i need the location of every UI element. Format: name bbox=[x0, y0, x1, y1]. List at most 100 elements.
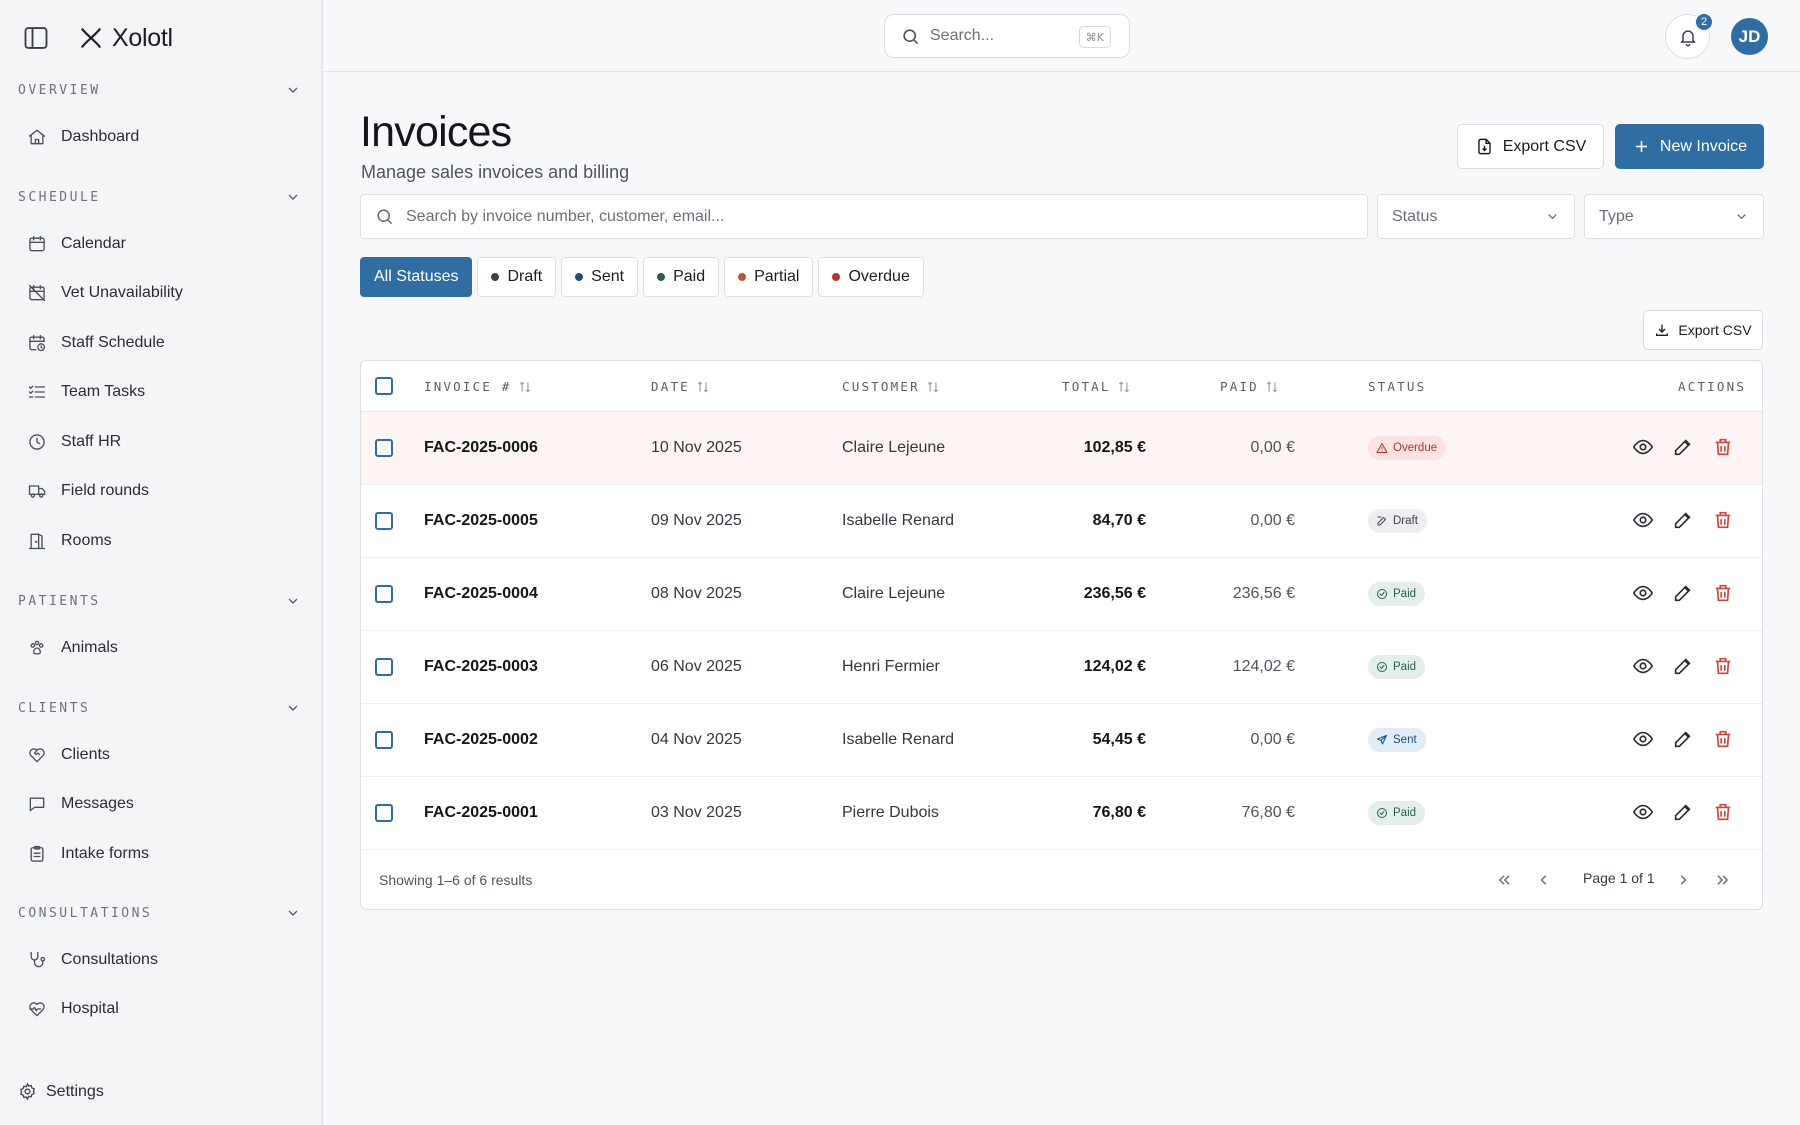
delete-trash-icon[interactable] bbox=[1712, 801, 1734, 823]
invoice-number[interactable]: FAC-2025-0001 bbox=[424, 777, 538, 849]
export-csv-button[interactable]: Export CSV bbox=[1457, 124, 1604, 169]
gear-icon bbox=[20, 1082, 35, 1101]
bell-icon bbox=[1679, 29, 1696, 46]
delete-trash-icon[interactable] bbox=[1712, 655, 1734, 677]
delete-trash-icon[interactable] bbox=[1712, 728, 1734, 750]
view-eye-icon[interactable] bbox=[1632, 801, 1654, 823]
status-select[interactable]: Status bbox=[1377, 194, 1575, 239]
user-avatar[interactable]: JD bbox=[1731, 18, 1768, 55]
status-badge-label: Overdue bbox=[1393, 442, 1438, 454]
next-page-icon[interactable] bbox=[1673, 870, 1693, 890]
column-header-customer[interactable]: CUSTOMER bbox=[842, 361, 940, 412]
invoice-number[interactable]: FAC-2025-0003 bbox=[424, 631, 538, 703]
sidebar-item-calendar[interactable]: Calendar bbox=[0, 219, 321, 269]
section-toggle[interactable]: SCHEDULE bbox=[0, 183, 321, 211]
view-eye-icon[interactable] bbox=[1632, 655, 1654, 677]
check-circle-icon bbox=[1377, 589, 1387, 599]
invoice-number[interactable]: FAC-2025-0005 bbox=[424, 485, 538, 557]
sidebar-item-settings[interactable]: Settings bbox=[18, 1082, 104, 1101]
select-all-checkbox[interactable] bbox=[375, 377, 393, 395]
table-export-csv-button[interactable]: Export CSV bbox=[1643, 310, 1763, 350]
table-row[interactable]: FAC-2025-0005 09 Nov 2025 Isabelle Renard 8… bbox=[361, 485, 1762, 558]
delete-trash-icon[interactable] bbox=[1712, 582, 1734, 604]
column-header-invoice[interactable]: INVOICE # bbox=[424, 361, 532, 412]
sidebar-item-label: Clients bbox=[61, 745, 110, 763]
view-eye-icon[interactable] bbox=[1632, 582, 1654, 604]
edit-pencil-icon[interactable] bbox=[1672, 801, 1694, 823]
edit-pencil-icon[interactable] bbox=[1672, 582, 1694, 604]
sidebar-item-rooms[interactable]: Rooms bbox=[0, 516, 321, 566]
table-row[interactable]: FAC-2025-0003 06 Nov 2025 Henri Fermier 124… bbox=[361, 631, 1762, 704]
table-row[interactable]: FAC-2025-0004 08 Nov 2025 Claire Lejeune 23… bbox=[361, 558, 1762, 631]
invoice-search-input[interactable]: Search by invoice number, customer, emai… bbox=[360, 194, 1368, 239]
new-invoice-button[interactable]: New Invoice bbox=[1615, 124, 1764, 169]
row-checkbox[interactable] bbox=[375, 585, 393, 603]
view-eye-icon[interactable] bbox=[1632, 728, 1654, 750]
table-row[interactable]: FAC-2025-0002 04 Nov 2025 Isabelle Renard 5… bbox=[361, 704, 1762, 777]
filter-chip-sent[interactable]: Sent bbox=[561, 257, 639, 297]
table-row[interactable]: FAC-2025-0001 03 Nov 2025 Pierre Dubois 76,… bbox=[361, 777, 1762, 850]
sidebar-item-hospital[interactable]: Hospital bbox=[0, 985, 321, 1035]
invoice-number[interactable]: FAC-2025-0004 bbox=[424, 558, 538, 630]
invoice-number[interactable]: FAC-2025-0006 bbox=[424, 412, 538, 484]
sidebar-section-overview: OVERVIEW Dashboard bbox=[0, 76, 321, 162]
row-checkbox[interactable] bbox=[375, 731, 393, 749]
last-page-icon[interactable] bbox=[1713, 870, 1733, 890]
page-indicator: Page 1 of 1 bbox=[1583, 870, 1655, 886]
sort-icon bbox=[697, 381, 708, 392]
edit-pencil-icon[interactable] bbox=[1672, 655, 1694, 677]
first-page-icon[interactable] bbox=[1494, 870, 1514, 890]
view-eye-icon[interactable] bbox=[1632, 436, 1654, 458]
section-toggle[interactable]: OVERVIEW bbox=[0, 76, 321, 104]
chevron-down-icon bbox=[1737, 214, 1746, 220]
sidebar-item-vet-unavailability[interactable]: Vet Unavailability bbox=[0, 269, 321, 319]
row-checkbox[interactable] bbox=[375, 512, 393, 530]
sidebar-toggle-icon[interactable] bbox=[22, 24, 50, 52]
sidebar-item-staff-hr[interactable]: Staff HR bbox=[0, 417, 321, 467]
delete-trash-icon[interactable] bbox=[1712, 436, 1734, 458]
delete-trash-icon[interactable] bbox=[1712, 509, 1734, 531]
section-toggle[interactable]: PATIENTS bbox=[0, 587, 321, 615]
row-checkbox[interactable] bbox=[375, 804, 393, 822]
filter-chip-paid[interactable]: Paid bbox=[643, 257, 720, 297]
filter-chip-overdue[interactable]: Overdue bbox=[818, 257, 924, 297]
sidebar-item-intake-forms[interactable]: Intake forms bbox=[0, 829, 321, 879]
view-eye-icon[interactable] bbox=[1632, 509, 1654, 531]
sidebar-item-team-tasks[interactable]: Team Tasks bbox=[0, 368, 321, 418]
sidebar-item-label: Field rounds bbox=[61, 482, 150, 500]
row-checkbox[interactable] bbox=[375, 439, 393, 457]
column-header-total[interactable]: TOTAL bbox=[1062, 361, 1131, 412]
filter-chip-label: Sent bbox=[591, 268, 625, 285]
filter-chip-all-statuses[interactable]: All Statuses bbox=[360, 257, 473, 297]
sidebar-item-clients[interactable]: Clients bbox=[0, 730, 321, 780]
sidebar-item-animals[interactable]: Animals bbox=[0, 623, 321, 673]
column-header-date[interactable]: DATE bbox=[651, 361, 710, 412]
sidebar-item-dashboard[interactable]: Dashboard bbox=[0, 112, 321, 162]
sidebar-item-label: Rooms bbox=[61, 531, 112, 549]
sidebar-item-field-rounds[interactable]: Field rounds bbox=[0, 467, 321, 517]
filter-chip-partial[interactable]: Partial bbox=[724, 257, 814, 297]
edit-pencil-icon[interactable] bbox=[1672, 728, 1694, 750]
status-badge-pill: Sent bbox=[1368, 728, 1426, 752]
notifications-button[interactable]: 2 bbox=[1665, 12, 1714, 59]
global-search-input[interactable]: Search... ⌘K bbox=[884, 14, 1130, 58]
edit-pencil-icon[interactable] bbox=[1672, 509, 1694, 531]
chevron-down-icon bbox=[288, 87, 298, 93]
table-row[interactable]: FAC-2025-0006 10 Nov 2025 Claire Lejeune 10… bbox=[361, 412, 1762, 485]
section-toggle[interactable]: CONSULTATIONS bbox=[0, 899, 321, 927]
type-select[interactable]: Type bbox=[1584, 194, 1764, 239]
section-toggle[interactable]: CLIENTS bbox=[0, 694, 321, 722]
notification-count-badge: 2 bbox=[1694, 12, 1714, 32]
sidebar-item-staff-schedule[interactable]: Staff Schedule bbox=[0, 318, 321, 368]
edit-pencil-icon[interactable] bbox=[1672, 436, 1694, 458]
sidebar-section-patients: PATIENTS Animals bbox=[0, 587, 321, 673]
invoice-number[interactable]: FAC-2025-0002 bbox=[424, 704, 538, 776]
sidebar-item-consultations[interactable]: Consultations bbox=[0, 935, 321, 985]
row-checkbox[interactable] bbox=[375, 658, 393, 676]
section-title: CLIENTS bbox=[18, 700, 91, 716]
column-header-paid[interactable]: PAID bbox=[1220, 361, 1279, 412]
previous-page-icon[interactable] bbox=[1534, 870, 1554, 890]
sidebar-item-messages[interactable]: Messages bbox=[0, 780, 321, 830]
global-search-placeholder: Search... bbox=[930, 27, 995, 44]
filter-chip-draft[interactable]: Draft bbox=[477, 257, 557, 297]
